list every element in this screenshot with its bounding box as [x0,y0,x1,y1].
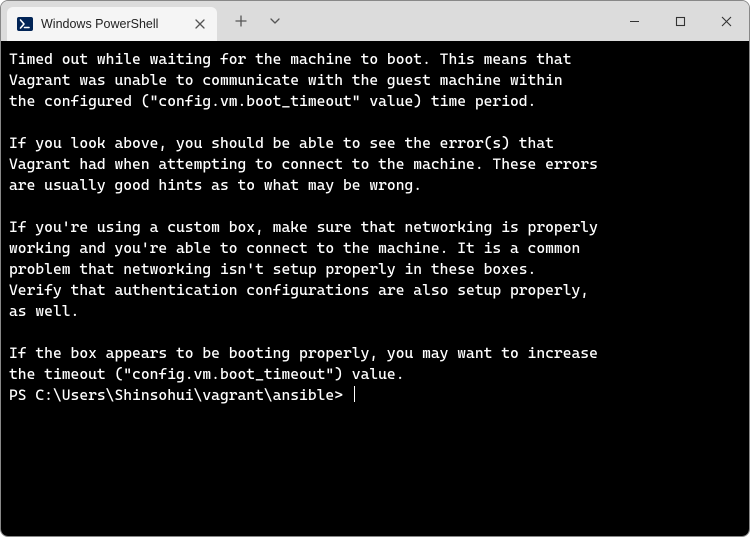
terminal-text: Timed out while waiting for the machine … [9,50,598,383]
powershell-icon [17,16,33,32]
tab-close-button[interactable] [193,17,207,31]
terminal-output[interactable]: Timed out while waiting for the machine … [1,41,749,536]
titlebar: Windows PowerShell [1,1,749,41]
tab-title: Windows PowerShell [41,17,158,31]
close-button[interactable] [703,1,749,41]
window-controls [611,1,749,41]
app-window: Windows PowerShell Timed out wh [0,0,750,537]
new-tab-button[interactable] [231,11,251,31]
minimize-button[interactable] [611,1,657,41]
tab-powershell[interactable]: Windows PowerShell [7,7,217,41]
tab-dropdown-button[interactable] [265,11,285,31]
prompt: PS C:\Users\Shinsohui\vagrant\ansible> [9,386,352,404]
tabbar-controls [217,1,285,41]
maximize-button[interactable] [657,1,703,41]
cursor [354,386,355,402]
